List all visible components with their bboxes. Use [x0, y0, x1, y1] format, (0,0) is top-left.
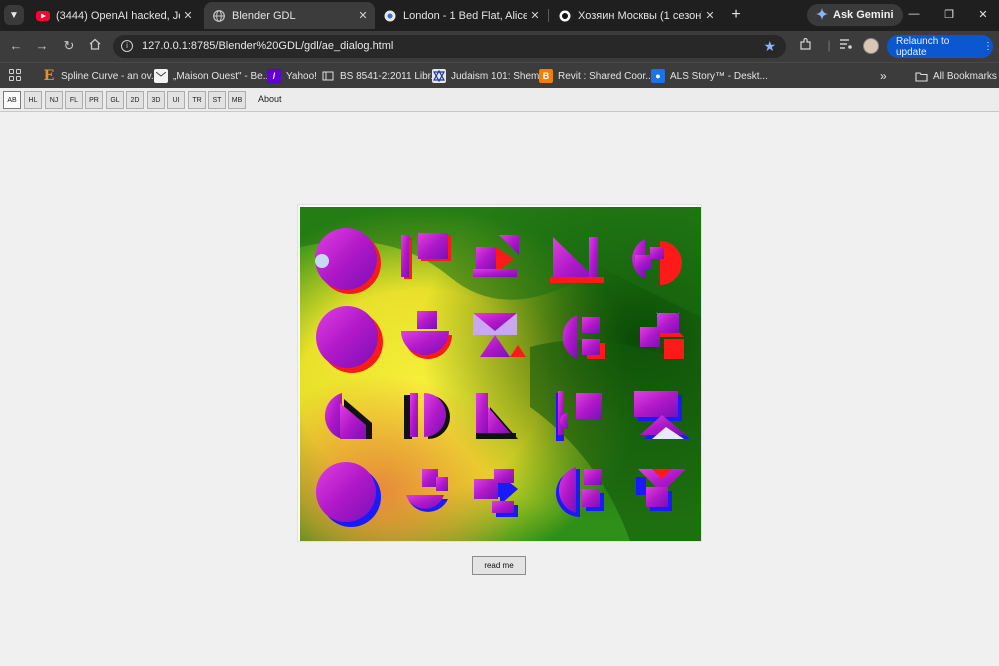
- tab-kinopoisk[interactable]: Хозяин Москвы (1 сезон) смот ✕: [550, 2, 722, 29]
- close-icon[interactable]: ✕: [355, 9, 371, 22]
- reload-icon: ↻: [63, 38, 75, 53]
- bookmark-label: Spline Curve - an ov...: [61, 70, 160, 82]
- bookmark-label: „Maison Ouest" - Be...: [173, 70, 272, 82]
- als-icon: ●: [651, 69, 665, 83]
- site-info-icon[interactable]: i: [121, 40, 133, 52]
- bookmark-label: Revit : Shared Coor...: [558, 70, 654, 82]
- youtube-icon: [36, 9, 50, 23]
- nav-button-3d[interactable]: 3D: [147, 91, 165, 109]
- page-content: read me: [0, 113, 999, 666]
- nav-button-hl[interactable]: HL: [24, 91, 42, 109]
- folder-icon: [914, 69, 928, 83]
- nav-button-st[interactable]: ST: [208, 91, 226, 109]
- gemini-sparkle-icon: [816, 7, 828, 23]
- page-nav-bar: AB HL NJ FL PR GL 2D 3D UI TR ST MB Abou…: [0, 88, 999, 112]
- address-bar[interactable]: i 127.0.0.1:8785/Blender%20GDL/gdl/ae_di…: [113, 35, 786, 58]
- geometric-artwork-image: [300, 207, 701, 541]
- close-icon[interactable]: ✕: [702, 9, 718, 22]
- bookmark-label: ALS Story™ - Deskt...: [670, 70, 768, 82]
- about-link[interactable]: About: [258, 94, 282, 104]
- tab-title: London - 1 Bed Flat, Alice Court: [403, 9, 527, 22]
- bookmark-label: BS 8541-2:2011 Libr...: [340, 70, 439, 82]
- globe-icon: [212, 9, 226, 23]
- bookmarks-overflow-icon[interactable]: »: [880, 68, 887, 84]
- nav-button-2d[interactable]: 2D: [126, 91, 144, 109]
- bookmark-spline-curve[interactable]: E Spline Curve - an ov...: [42, 68, 160, 84]
- back-button[interactable]: ←: [7, 38, 25, 53]
- artwork-frame: [297, 204, 702, 542]
- bookmark-bs8541[interactable]: BS 8541-2:2011 Libr...: [321, 68, 439, 84]
- restore-icon[interactable]: ❐: [940, 8, 958, 21]
- arrow-left-icon: ←: [9, 38, 23, 53]
- profile-avatar[interactable]: [863, 38, 879, 54]
- all-bookmarks-button[interactable]: All Bookmarks: [914, 68, 997, 84]
- home-button[interactable]: [86, 38, 104, 53]
- read-me-button[interactable]: read me: [472, 556, 526, 575]
- bookmark-label: Judaism 101: Shema: [451, 70, 545, 82]
- ask-gemini-button[interactable]: Ask Gemini: [807, 4, 903, 26]
- yahoo-icon: /: [267, 69, 281, 83]
- nav-button-nj[interactable]: NJ: [45, 91, 63, 109]
- tab-strip: ▼ (3444) OpenAI hacked, Jev, Goo ✕ Blend…: [0, 0, 999, 31]
- nav-button-mb[interactable]: MB: [228, 91, 246, 109]
- home-icon: [89, 38, 101, 53]
- kebab-menu-icon[interactable]: ⋮: [983, 41, 993, 52]
- address-url[interactable]: 127.0.0.1:8785/Blender%20GDL/gdl/ae_dial…: [142, 40, 393, 52]
- bookmark-maison-ouest[interactable]: „Maison Ouest" - Be...: [154, 68, 271, 84]
- apps-grid-icon[interactable]: [9, 69, 21, 81]
- relaunch-to-update-button[interactable]: Relaunch to update ⋮: [887, 35, 993, 58]
- reload-button[interactable]: ↻: [60, 38, 78, 54]
- blogger-icon: B: [539, 69, 553, 83]
- nav-button-gl[interactable]: GL: [106, 91, 124, 109]
- close-icon[interactable]: ✕: [180, 9, 196, 22]
- tab-title: (3444) OpenAI hacked, Jev, Goo: [56, 9, 180, 22]
- bookmark-label: Yahoo!: [286, 70, 317, 82]
- bookmark-revit-shared[interactable]: B Revit : Shared Coor...: [539, 68, 654, 84]
- site-icon: [383, 9, 397, 23]
- bookmark-yahoo[interactable]: / Yahoo!: [267, 68, 317, 84]
- tab-london-flat[interactable]: London - 1 Bed Flat, Alice Court ✕: [375, 2, 547, 29]
- bookmark-star-icon[interactable]: ★: [763, 38, 776, 55]
- nav-button-ui[interactable]: UI: [167, 91, 185, 109]
- judaism-icon: [432, 69, 446, 83]
- nav-button-tr[interactable]: TR: [188, 91, 206, 109]
- forward-button[interactable]: →: [33, 38, 51, 53]
- extensions-icon[interactable]: [796, 37, 814, 54]
- chevron-down-icon: ▼: [9, 9, 19, 21]
- plus-icon: +: [731, 6, 741, 23]
- kinopoisk-icon: [558, 9, 572, 23]
- nav-button-pr[interactable]: PR: [85, 91, 103, 109]
- media-controls-icon[interactable]: [836, 38, 854, 53]
- nav-button-fl[interactable]: FL: [65, 91, 83, 109]
- bookmark-judaism-101[interactable]: Judaism 101: Shema: [432, 68, 545, 84]
- browser-toolbar: ← → ↻ i 127.0.0.1:8785/Blender%20GDL/gdl…: [0, 31, 999, 62]
- library-icon: [321, 69, 335, 83]
- new-tab-button[interactable]: +: [727, 6, 745, 24]
- mail-icon: [154, 69, 168, 83]
- tab-youtube[interactable]: (3444) OpenAI hacked, Jev, Goo ✕: [28, 2, 200, 29]
- tab-blender-gdl[interactable]: Blender GDL ✕: [204, 2, 375, 29]
- bookmark-als-story[interactable]: ● ALS Story™ - Deskt...: [651, 68, 768, 84]
- window-close-icon[interactable]: ✕: [974, 8, 992, 21]
- tab-title: Хозяин Москвы (1 сезон) смот: [578, 9, 702, 22]
- nav-button-ab[interactable]: AB: [3, 91, 21, 109]
- tab-title: Blender GDL: [232, 9, 296, 22]
- tab-divider: [548, 9, 549, 22]
- all-bookmarks-label: All Bookmarks: [933, 70, 997, 82]
- tab-search-button[interactable]: ▼: [4, 5, 24, 25]
- minimize-icon[interactable]: —: [905, 8, 923, 20]
- arrow-right-icon: →: [35, 38, 49, 53]
- close-icon[interactable]: ✕: [527, 9, 543, 22]
- relaunch-label: Relaunch to update: [896, 35, 950, 58]
- e-logo-icon: E: [43, 68, 55, 84]
- bookmarks-bar: E Spline Curve - an ov... „Maison Ouest" …: [0, 62, 999, 88]
- ask-gemini-label: Ask Gemini: [833, 9, 894, 21]
